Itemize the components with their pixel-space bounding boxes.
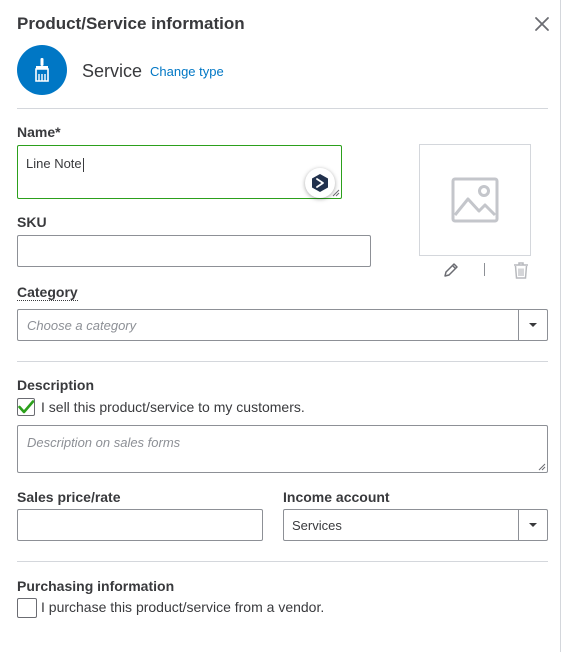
purchasing-label: Purchasing information: [17, 578, 175, 594]
category-select[interactable]: Choose a category: [17, 309, 548, 341]
category-label: Category: [17, 284, 78, 301]
icon-separator: [484, 263, 485, 276]
category-dropdown-button[interactable]: [518, 310, 547, 340]
sell-checkbox[interactable]: [17, 398, 35, 416]
name-input-value: Line Note: [26, 156, 82, 171]
sales-price-label: Sales price/rate: [17, 489, 121, 505]
purchase-checkbox-label[interactable]: I purchase this product/service from a v…: [41, 599, 324, 615]
paintbrush-icon: [17, 45, 67, 95]
item-type-label: Service: [82, 61, 143, 81]
description-label: Description: [17, 377, 95, 393]
category-placeholder: Choose a category: [27, 318, 137, 333]
pencil-icon[interactable]: [442, 261, 460, 279]
sales-description-textarea[interactable]: Description on sales forms: [17, 425, 548, 473]
sell-checkbox-label[interactable]: I sell this product/service to my custom…: [41, 399, 305, 415]
income-account-select[interactable]: Services: [283, 509, 548, 541]
name-input[interactable]: Line Note: [17, 145, 342, 199]
sales-price-input[interactable]: [17, 509, 263, 541]
sku-input[interactable]: [17, 235, 371, 267]
divider: [17, 361, 548, 362]
panel-title: Product/Service information: [17, 14, 245, 33]
trash-icon[interactable]: [512, 261, 530, 280]
close-icon[interactable]: [531, 13, 553, 35]
resize-handle-icon[interactable]: [332, 189, 340, 197]
change-type-link[interactable]: Change type: [150, 64, 224, 79]
name-label: Name*: [17, 124, 61, 140]
income-account-value: Services: [292, 518, 342, 533]
chevron-down-icon: [529, 523, 537, 527]
divider: [17, 561, 548, 562]
assistant-badge-icon[interactable]: [305, 168, 335, 198]
checkmark-icon: [18, 400, 34, 414]
image-upload-area[interactable]: [419, 144, 531, 256]
sales-description-placeholder: Description on sales forms: [27, 435, 181, 450]
divider: [17, 108, 548, 109]
income-account-dropdown-button[interactable]: [518, 510, 547, 540]
resize-handle-icon[interactable]: [538, 463, 546, 471]
sku-label: SKU: [17, 214, 47, 230]
purchase-checkbox[interactable]: [17, 598, 37, 618]
product-service-panel: Product/Service information Service Chan…: [0, 0, 561, 652]
income-account-label: Income account: [283, 489, 390, 505]
image-placeholder-icon: [451, 177, 499, 223]
chevron-down-icon: [529, 323, 537, 327]
